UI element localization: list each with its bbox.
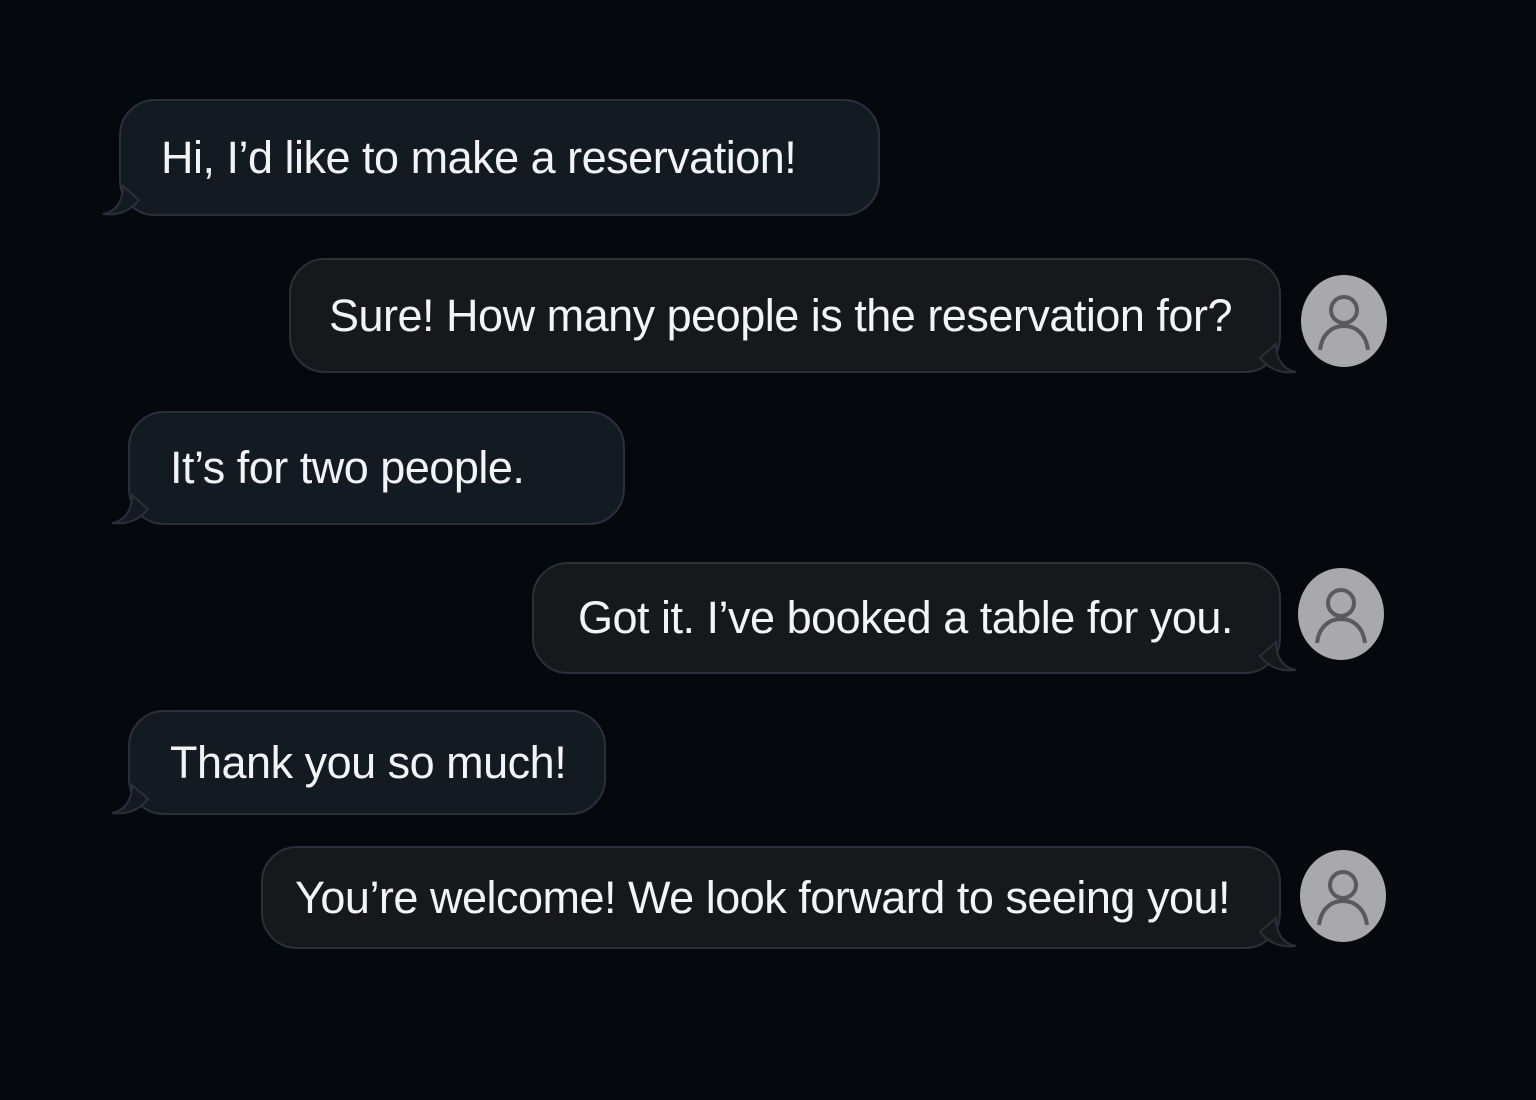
- avatar[interactable]: [1298, 568, 1384, 660]
- message-text: Sure! How many people is the reservation…: [329, 289, 1232, 341]
- person-icon: [1317, 870, 1369, 926]
- avatar[interactable]: [1301, 275, 1387, 367]
- bubble-tail: [1258, 915, 1297, 948]
- bubble-tail: [111, 492, 150, 525]
- message-text: Thank you so much!: [170, 736, 567, 788]
- message-bubble-incoming[interactable]: Hi, I’d like to make a reservation!: [119, 99, 880, 216]
- message-bubble-incoming[interactable]: Thank you so much!: [128, 710, 606, 815]
- message-text: You’re welcome! We look forward to seein…: [295, 871, 1231, 923]
- message-bubble-outgoing[interactable]: You’re welcome! We look forward to seein…: [261, 846, 1281, 949]
- message-bubble-outgoing[interactable]: Sure! How many people is the reservation…: [289, 258, 1281, 373]
- message-bubble-incoming[interactable]: It’s for two people.: [128, 411, 625, 525]
- message-text: It’s for two people.: [170, 442, 525, 493]
- bubble-tail: [102, 183, 141, 216]
- bubble-tail: [1258, 341, 1297, 374]
- chat-thread: Hi, I’d like to make a reservation! Sure…: [0, 0, 1536, 1100]
- bubble-tail: [1258, 639, 1297, 672]
- avatar[interactable]: [1300, 850, 1386, 942]
- message-text: Got it. I’ve booked a table for you.: [578, 592, 1233, 643]
- person-icon: [1318, 295, 1370, 351]
- message-text: Hi, I’d like to make a reservation!: [161, 131, 797, 183]
- person-icon: [1315, 588, 1367, 644]
- bubble-tail: [111, 782, 150, 815]
- message-bubble-outgoing[interactable]: Got it. I’ve booked a table for you.: [532, 562, 1281, 674]
